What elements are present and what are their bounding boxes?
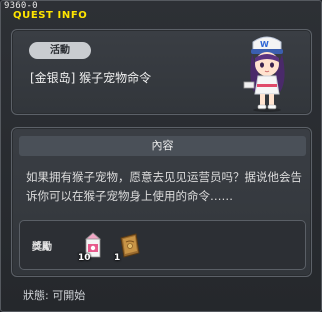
- reward-box: 獎勵 10 1: [19, 220, 306, 270]
- quest-content-panel: 內容 如果拥有猴子宠物，愿意去见见运营员吗？据说他会告诉你可以在猴子宠物身上使用…: [11, 127, 312, 277]
- quest-description: 如果拥有猴子宠物，愿意去见见运营员吗？据说他会告诉你可以在猴子宠物身上使用的命令…: [26, 170, 302, 203]
- quest-name: [金银岛] 猴子宠物命令: [30, 71, 152, 85]
- reward-item[interactable]: 1: [114, 230, 144, 263]
- quest-status: 狀態: 可開始: [23, 289, 86, 302]
- reward-count: 10: [78, 253, 91, 263]
- window-title: QUEST INFO: [13, 10, 88, 21]
- quest-header-panel: 活動 [金银岛] 猴子宠物命令 W: [11, 29, 312, 115]
- reward-item[interactable]: 10: [78, 230, 108, 263]
- npc-portrait-icon: W: [243, 36, 285, 112]
- content-header: 內容: [19, 136, 306, 156]
- quest-info-window: 9360-0 QUEST INFO 活動 [金银岛] 猴子宠物命令 W 內容 如…: [0, 0, 322, 312]
- svg-text:W: W: [260, 40, 269, 49]
- reward-label: 獎勵: [32, 242, 52, 253]
- category-badge: 活動: [29, 42, 91, 59]
- reward-count: 1: [114, 253, 121, 263]
